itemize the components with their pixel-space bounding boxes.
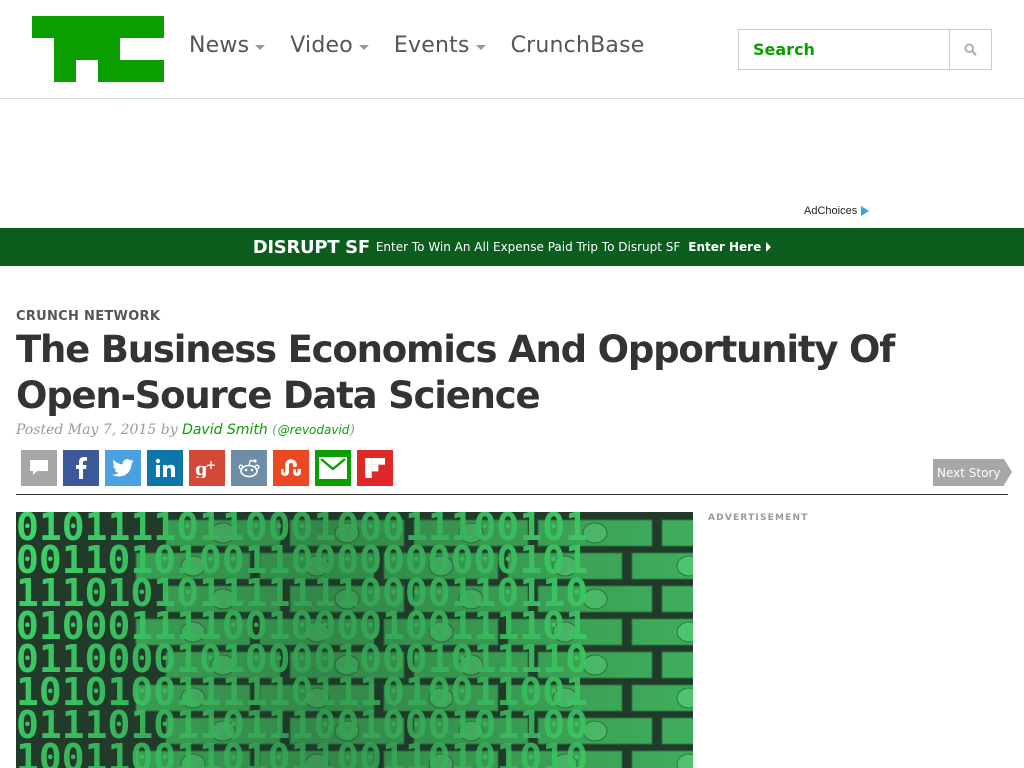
article-byline: Posted May 7, 2015 by David Smith (@revo… <box>16 422 355 438</box>
binary-money-illustration: 0101111011000100011100101001101010011000… <box>16 512 693 768</box>
nav-crunchbase-label: CrunchBase <box>510 33 645 58</box>
twitter-icon <box>112 459 134 477</box>
svg-text:+: + <box>206 458 216 472</box>
share-stumbleupon-button[interactable] <box>273 450 309 486</box>
divider <box>16 494 1008 495</box>
banner-brand: DISRUPT SF <box>252 236 370 258</box>
share-google-plus-button[interactable]: g + <box>189 450 225 486</box>
linkedin-icon <box>155 458 175 477</box>
search-placeholder: Search <box>753 40 815 59</box>
chevron-down-icon <box>358 44 369 50</box>
chevron-down-icon <box>255 44 266 50</box>
adchoices-label: AdChoices <box>804 205 858 217</box>
techcrunch-logo[interactable] <box>32 16 164 82</box>
share-reddit-button[interactable] <box>231 450 267 486</box>
google-plus-icon: g+ <box>195 458 216 478</box>
banner-message: Enter To Win An All Expense Paid Trip To… <box>375 240 681 254</box>
banner-cta-label: Enter Here <box>688 240 762 254</box>
handle-close-paren: ) <box>349 422 355 438</box>
disrupt-banner: DISRUPT SF Enter To Win An All Expense P… <box>0 228 1024 266</box>
article-date: May 7, 2015 <box>67 422 157 438</box>
share-linkedin-button[interactable] <box>147 450 183 486</box>
nav-video[interactable]: Video <box>290 33 369 58</box>
search-input[interactable]: Search <box>738 29 950 70</box>
author-handle-link[interactable]: @revodavid <box>278 423 350 437</box>
share-twitter-button[interactable] <box>105 450 141 486</box>
nav-events-label: Events <box>393 33 470 58</box>
article-hero-image: 0101111011000100011100101001101010011000… <box>16 512 693 768</box>
share-flipboard-button[interactable] <box>357 450 393 486</box>
adchoices-link[interactable]: AdChoices <box>804 205 870 217</box>
facebook-icon <box>76 457 87 479</box>
main-nav: News Video Events CrunchBase <box>189 33 669 58</box>
article-kicker[interactable]: CRUNCH NETWORK <box>16 309 160 324</box>
search-icon <box>964 43 977 56</box>
next-story-label: Next Story <box>937 465 1001 480</box>
comment-icon <box>30 460 48 475</box>
article-title: The Business Economics And Opportunity O… <box>16 328 895 417</box>
share-email-button[interactable] <box>315 450 351 486</box>
by-text: by <box>160 422 178 438</box>
nav-news-label: News <box>189 33 250 58</box>
email-icon <box>319 457 347 479</box>
site-header: News Video Events CrunchBase Search <box>0 0 1024 99</box>
posted-prefix: Posted <box>16 422 64 438</box>
advertisement-label: ADVERTISEMENT <box>708 513 809 523</box>
search-button[interactable] <box>949 29 992 70</box>
banner-cta-link[interactable]: Enter Here <box>688 240 772 254</box>
adchoices-icon <box>861 206 870 216</box>
share-comment-button[interactable] <box>21 450 57 486</box>
share-facebook-button[interactable] <box>63 450 99 486</box>
flipboard-icon <box>365 458 385 478</box>
next-story-button[interactable]: Next Story <box>933 459 1013 486</box>
chevron-right-icon <box>766 242 772 252</box>
stumbleupon-icon <box>281 459 301 476</box>
nav-events[interactable]: Events <box>394 33 486 58</box>
author-link[interactable]: David Smith <box>182 422 268 438</box>
share-bar: g + <box>21 450 393 486</box>
chevron-down-icon <box>475 44 486 50</box>
nav-crunchbase[interactable]: CrunchBase <box>511 33 645 58</box>
nav-video-label: Video <box>290 33 353 58</box>
ad-slot <box>0 100 1024 228</box>
reddit-icon <box>238 459 260 478</box>
nav-news[interactable]: News <box>189 33 266 58</box>
